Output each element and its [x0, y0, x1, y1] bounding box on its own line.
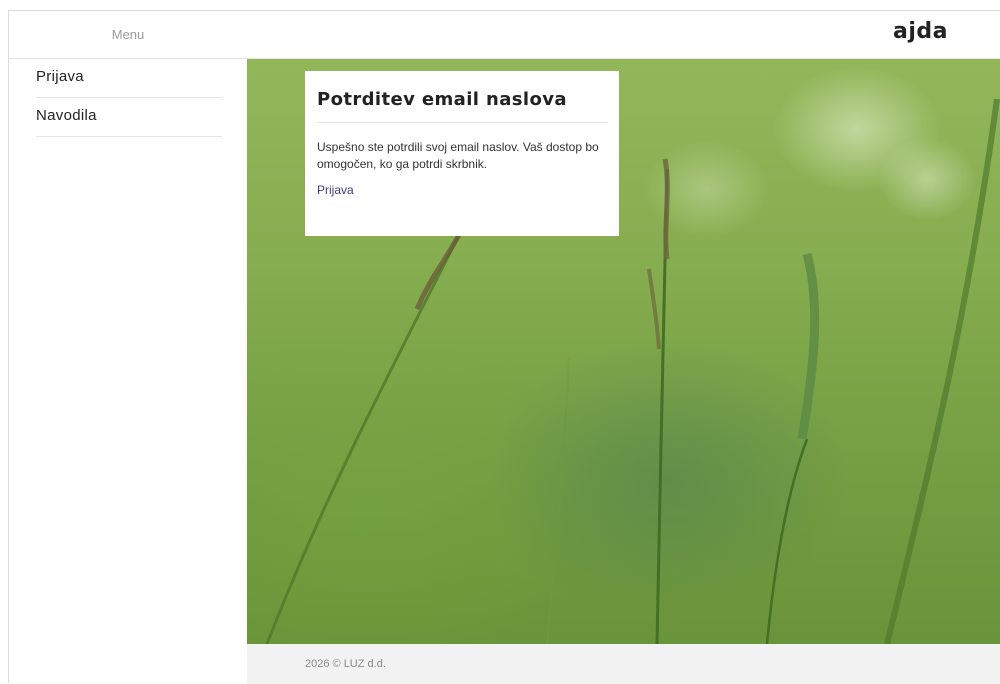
sidebar-item-navodila[interactable]: Navodila — [36, 98, 222, 137]
menu-toggle[interactable]: Menu — [9, 11, 247, 58]
ajda-logo[interactable]: ajda — [893, 19, 948, 44]
confirmation-message: Uspešno ste potrdili svoj email naslov. … — [317, 140, 599, 171]
app-frame: Menu ajda Prijava Navodila Potrditev ema… — [8, 10, 1000, 684]
confirmation-card: Potrditev email naslova Uspešno ste potr… — [305, 71, 619, 236]
login-link[interactable]: Prijava — [317, 183, 354, 197]
sidebar: Prijava Navodila — [9, 59, 247, 684]
copyright-text: 2026 © LUZ d.d. — [305, 658, 386, 670]
top-bar: Menu ajda — [9, 11, 1000, 59]
sidebar-item-prijava[interactable]: Prijava — [36, 59, 222, 98]
card-title: Potrditev email naslova — [317, 89, 608, 123]
footer: 2026 © LUZ d.d. — [247, 644, 1000, 684]
hero-background: Potrditev email naslova Uspešno ste potr… — [247, 59, 1000, 644]
